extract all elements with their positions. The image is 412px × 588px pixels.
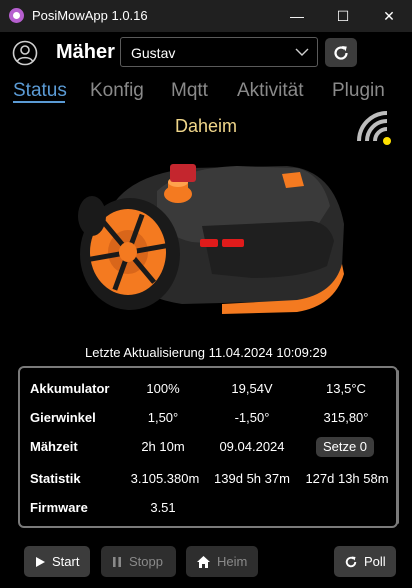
mower-label: Mäher — [56, 41, 115, 63]
card-scrollbar[interactable] — [396, 366, 400, 528]
stats-distance: 3.105.380m — [130, 471, 200, 486]
refresh-icon — [334, 46, 348, 60]
stats-blade-time: 127d 13h 58m — [305, 471, 389, 486]
mower-select-value: Gustav — [131, 45, 176, 61]
tab-plugin[interactable]: Plugin — [332, 80, 385, 102]
tab-konfig[interactable]: Konfig — [90, 80, 144, 102]
play-icon — [36, 556, 45, 567]
wifi-signal-icon — [357, 111, 391, 145]
start-label: Start — [52, 554, 80, 569]
mower-image — [78, 164, 344, 314]
battery-temp: 13,5°C — [326, 381, 366, 396]
tab-status-underline — [13, 101, 65, 103]
firmware-label: Firmware — [30, 500, 88, 515]
home-icon — [197, 555, 210, 568]
refresh-button[interactable] — [325, 38, 357, 67]
poll-button[interactable]: Poll — [334, 546, 396, 577]
last-update-text: Letzte Aktualisierung 11.04.2024 10:09:2… — [85, 345, 327, 360]
angle-yaw: 315,80° — [323, 410, 369, 425]
app-icon — [9, 8, 24, 23]
stats-label: Statistik — [30, 471, 81, 486]
home-label: Heim — [217, 554, 248, 569]
tab-status[interactable]: Status — [13, 80, 67, 102]
reset-mowtime-button[interactable]: Setze 0 — [316, 437, 374, 457]
user-avatar-icon — [12, 40, 38, 66]
battery-label: Akkumulator — [30, 381, 110, 396]
tab-mqtt[interactable]: Mqtt — [171, 80, 208, 102]
battery-percent: 100% — [146, 381, 180, 396]
mowtime-value: 2h 10m — [141, 439, 185, 454]
refresh-icon — [345, 556, 357, 567]
firmware-version: 3.51 — [150, 500, 176, 515]
tab-aktivitaet[interactable]: Aktivität — [237, 80, 304, 102]
angle-label: Gierwinkel — [30, 410, 96, 425]
mowtime-label: Mähzeit — [30, 439, 78, 454]
home-button[interactable]: Heim — [186, 546, 258, 577]
title-bar[interactable]: PosiMowApp 1.0.16 — ☐ ✕ — [0, 0, 412, 32]
maximize-button[interactable]: ☐ — [320, 0, 366, 32]
close-button[interactable]: ✕ — [366, 0, 412, 32]
mower-select[interactable]: Gustav — [120, 37, 318, 67]
mower-state: Daheim — [174, 116, 238, 136]
poll-label: Poll — [364, 554, 386, 569]
window-title: PosiMowApp 1.0.16 — [32, 8, 148, 23]
pause-icon — [113, 556, 121, 567]
battery-voltage: 19,54V — [231, 381, 273, 396]
angle-pitch: 1,50° — [147, 410, 179, 425]
chevron-down-icon — [295, 48, 309, 56]
stop-label: Stopp — [129, 554, 163, 569]
angle-roll: -1,50° — [234, 410, 270, 425]
stats-total-time: 139d 5h 37m — [214, 471, 290, 486]
stop-button[interactable]: Stopp — [101, 546, 176, 577]
start-button[interactable]: Start — [24, 546, 90, 577]
mowtime-date: 09.04.2024 — [219, 439, 285, 454]
minimize-button[interactable]: — — [274, 0, 320, 32]
